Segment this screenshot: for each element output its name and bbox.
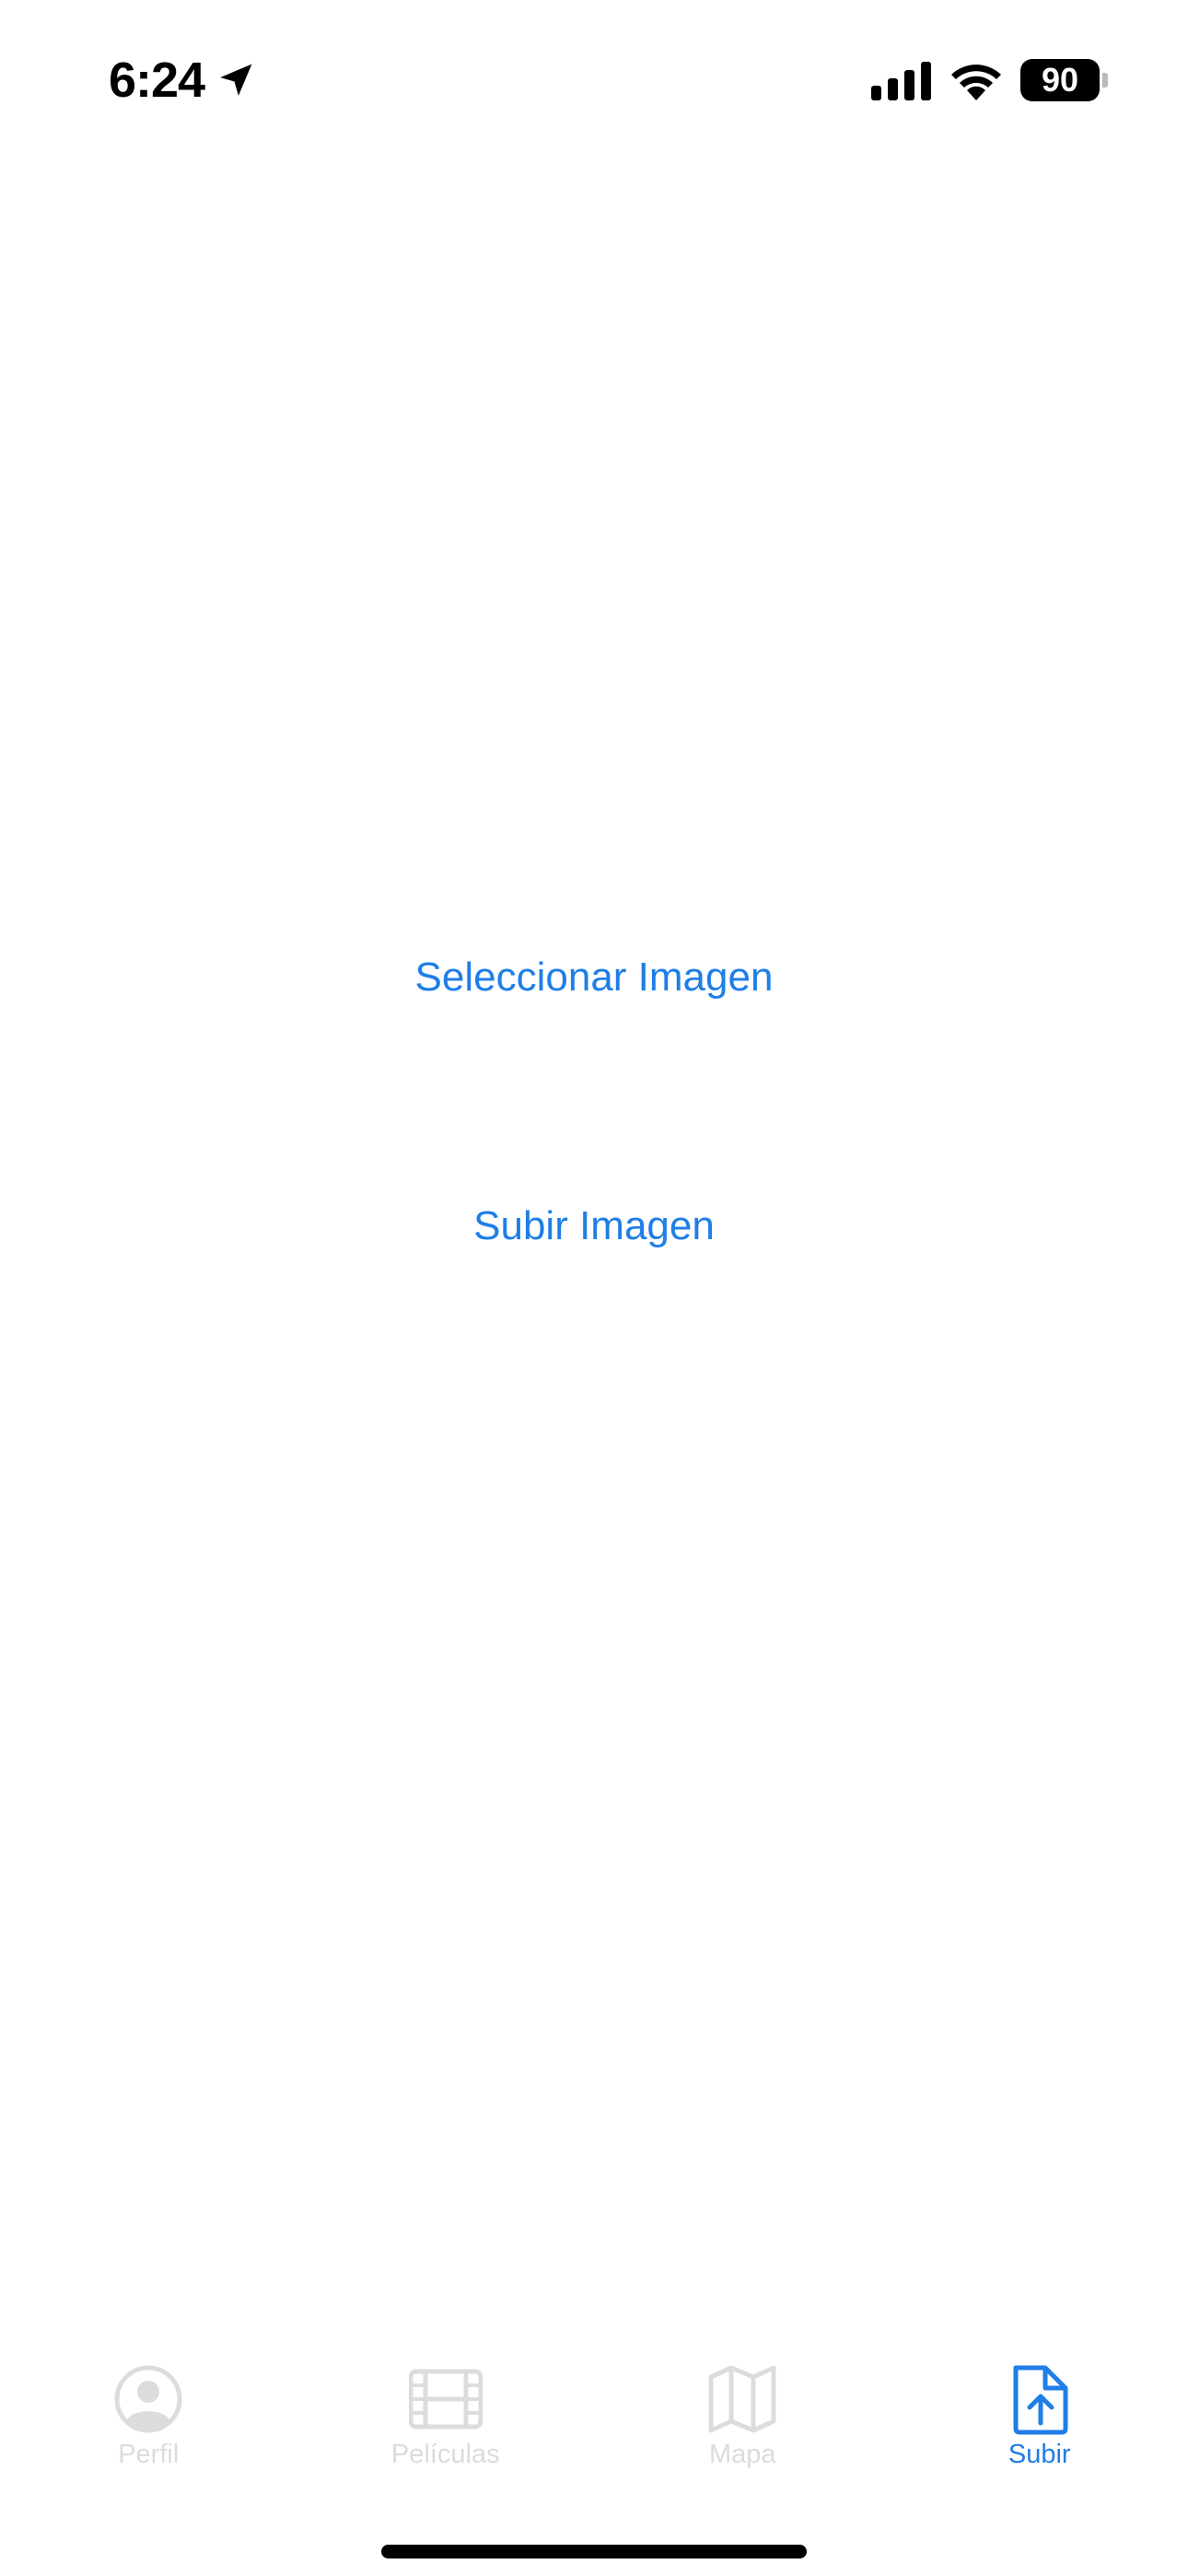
tab-label-subir: Subir	[1007, 2440, 1071, 2469]
tab-subir[interactable]: Subir	[891, 2340, 1188, 2478]
main-content: Seleccionar Imagen Subir Imagen	[0, 0, 1188, 2359]
tab-label-mapa: Mapa	[708, 2440, 776, 2469]
film-icon	[408, 2369, 483, 2430]
person-circle-icon	[114, 2365, 182, 2433]
document-upload-icon	[1013, 2365, 1068, 2435]
select-image-button[interactable]: Seleccionar Imagen	[0, 950, 1188, 1005]
map-icon	[708, 2365, 776, 2433]
home-indicator[interactable]	[381, 2545, 807, 2558]
upload-image-button[interactable]: Subir Imagen	[0, 1199, 1188, 1254]
tab-bar: Perfil Películas Mapa Subir	[0, 2340, 1188, 2478]
tab-mapa[interactable]: Mapa	[594, 2340, 891, 2478]
tab-label-peliculas: Películas	[390, 2440, 500, 2469]
tab-label-perfil: Perfil	[118, 2440, 180, 2469]
tab-peliculas[interactable]: Películas	[297, 2340, 595, 2478]
tab-perfil[interactable]: Perfil	[0, 2340, 297, 2478]
